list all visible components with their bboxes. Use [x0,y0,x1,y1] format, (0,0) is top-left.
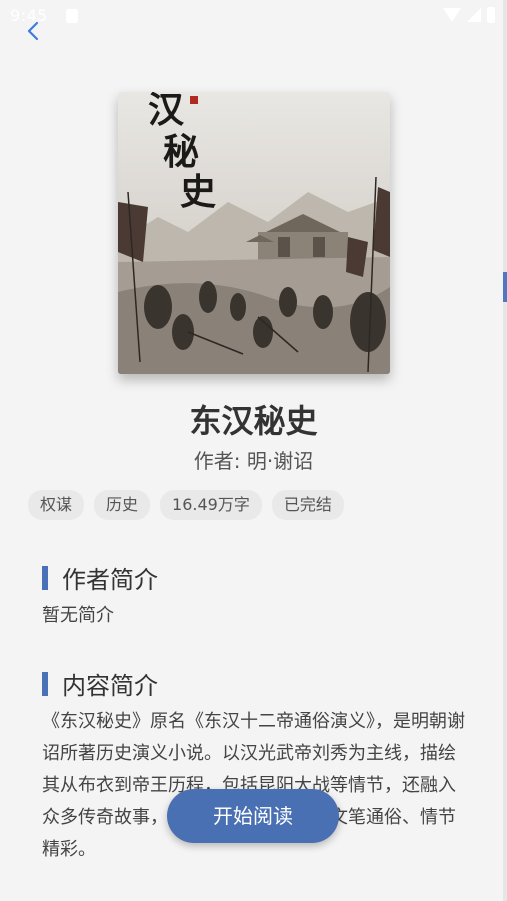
scrollbar-thumb[interactable] [503,272,507,302]
author-section-header: 作者简介 [42,560,158,595]
tag-word-count: 16.49万字 [160,490,262,520]
book-cover: 汉 秘 史 [118,92,390,374]
tag-list: 权谋 历史 16.49万字 已完结 [28,490,344,520]
start-reading-button[interactable]: 开始阅读 [167,789,339,843]
book-author: 作者: 明·谢诏 [193,449,314,473]
cover-illustration: 汉 秘 史 [118,92,390,374]
wifi-icon [443,8,461,22]
back-button[interactable] [22,19,46,43]
cover-title-char-2: 秘 [163,131,199,173]
status-icons [443,7,495,23]
tag-category[interactable]: 历史 [94,490,151,520]
author-section-title: 作者简介 [62,566,158,594]
seal-stamp [190,96,198,104]
author-intro-text: 暂无简介 [42,605,114,626]
section-accent-bar [42,671,48,696]
status-bar: 9:45 [0,0,507,32]
signal-icon [467,8,481,22]
scroll-track [503,0,507,901]
tag-genre[interactable]: 权谋 [28,490,85,520]
cover-title-char-3: 史 [180,171,216,213]
tag-status: 已完结 [271,490,344,520]
cover-title-char-1: 汉 [148,92,185,131]
content-section-header: 内容简介 [42,666,158,701]
chevron-left-icon [27,21,39,41]
battery-icon [487,7,495,23]
book-title: 东汉秘史 [189,402,318,440]
notification-icon [66,9,78,23]
section-accent-bar [42,565,48,590]
content-section-title: 内容简介 [62,672,158,700]
